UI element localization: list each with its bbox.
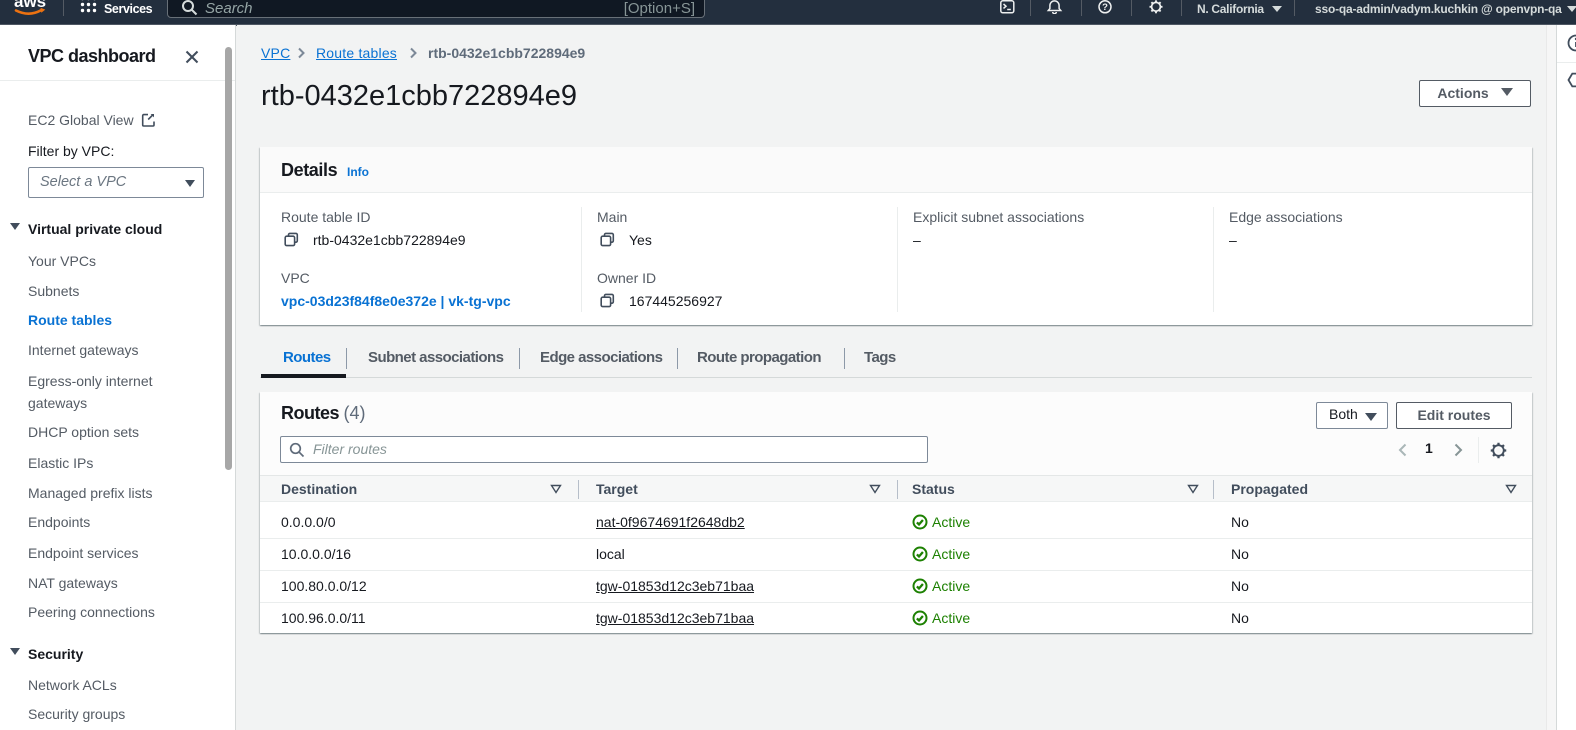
- svg-text:?: ?: [1102, 2, 1108, 13]
